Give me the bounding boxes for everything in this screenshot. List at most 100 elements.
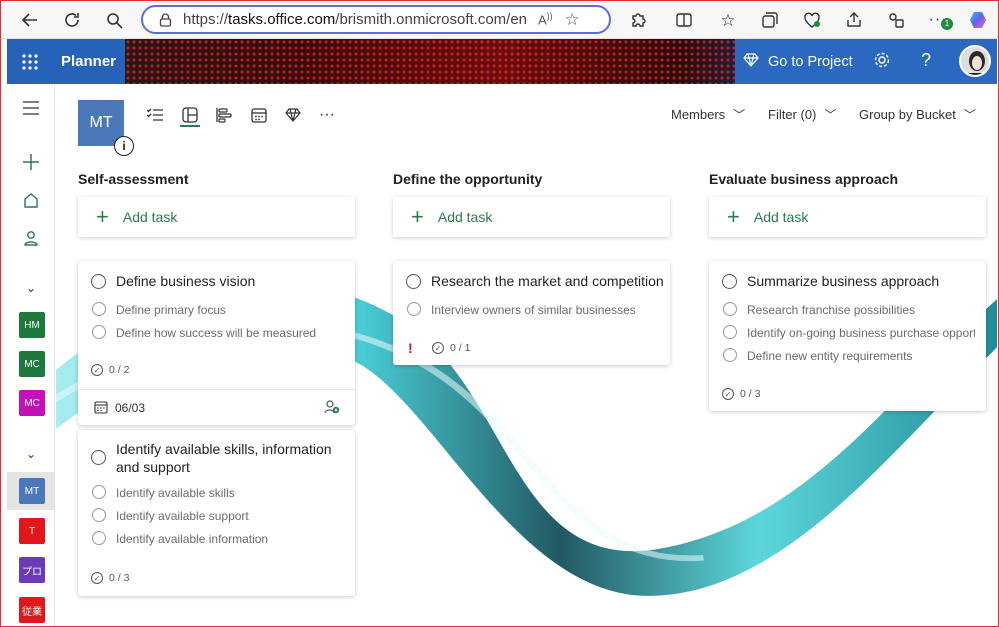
info-icon[interactable]: i	[114, 136, 134, 156]
left-rail: ⌄ HM MC MC ⌄ MT T プロ 従業	[7, 84, 55, 626]
refresh-icon[interactable]	[61, 9, 83, 31]
chevron-down-icon[interactable]: ⌄	[17, 440, 45, 468]
chevron-down-icon: ﹀	[963, 108, 976, 122]
rail-plan-mt[interactable]: MT	[19, 478, 45, 504]
bucket-title[interactable]: Define the opportunity	[393, 171, 542, 187]
go-to-project-button[interactable]: Go to Project	[743, 39, 853, 84]
subtask-label: Identify on-going business purchase oppo…	[747, 326, 975, 340]
url-text: https://tasks.office.com/brismith.onmicr…	[183, 11, 528, 28]
favorite-star-icon[interactable]: ☆	[565, 10, 580, 30]
collections-icon[interactable]	[759, 9, 781, 31]
search-icon[interactable]	[103, 9, 125, 31]
subtask-checkbox[interactable]	[723, 325, 737, 339]
lock-icon	[159, 12, 173, 27]
progress-text: 0 / 3	[109, 572, 130, 584]
hamburger-menu-icon[interactable]	[17, 94, 45, 122]
favorites-icon[interactable]: ☆	[717, 9, 739, 31]
home-icon[interactable]	[17, 186, 45, 214]
rail-plan-mc[interactable]: MC	[19, 351, 45, 377]
more-menu-icon[interactable]: ··· 1	[927, 9, 953, 31]
screenshot-frame: https://tasks.office.com/brismith.onmicr…	[0, 0, 999, 627]
subtask-checkbox[interactable]	[92, 508, 106, 522]
address-bar[interactable]: https://tasks.office.com/brismith.onmicr…	[141, 5, 611, 34]
rail-plan-pro[interactable]: プロ	[19, 557, 45, 583]
read-aloud-icon[interactable]: A))	[538, 11, 553, 27]
complete-task-checkbox[interactable]	[91, 450, 106, 465]
checkmark-icon: ✓	[91, 572, 103, 584]
members-label: Members	[671, 107, 726, 122]
subtask-checkbox[interactable]	[92, 325, 106, 339]
filter-label: Filter (0)	[768, 107, 817, 122]
checklist-progress: ✓ 0 / 3	[722, 388, 760, 400]
task-card[interactable]: Define business vision Define primary fo…	[78, 261, 355, 425]
board-view-icon[interactable]	[179, 104, 201, 126]
complete-task-checkbox[interactable]	[91, 274, 106, 289]
task-card[interactable]: Research the market and competition Inte…	[393, 261, 670, 365]
subtask-checkbox[interactable]	[92, 485, 106, 499]
person-icon[interactable]	[17, 224, 45, 252]
help-icon[interactable]: ?	[921, 50, 931, 71]
group-by-label: Group by Bucket	[859, 107, 956, 122]
task-card[interactable]: Identify available skills, information a…	[78, 430, 355, 596]
subtask-label: Define new entity requirements	[747, 349, 913, 363]
premium-diamond-icon[interactable]	[282, 104, 304, 126]
list-view-icon[interactable]	[144, 104, 166, 126]
new-plan-icon[interactable]	[17, 148, 45, 176]
subtask-label: Define primary focus	[116, 303, 227, 317]
more-options-icon[interactable]: ···	[316, 104, 338, 126]
board-view-indicator	[180, 125, 200, 127]
subtask-checkbox[interactable]	[723, 302, 737, 316]
filter-dropdown[interactable]: Filter (0) ﹀	[768, 106, 836, 123]
browser-toolbar: https://tasks.office.com/brismith.onmicr…	[1, 1, 998, 39]
bucket-title[interactable]: Evaluate business approach	[709, 171, 898, 187]
share-icon[interactable]	[843, 9, 865, 31]
timeline-view-icon[interactable]	[213, 104, 235, 126]
subtask-checkbox[interactable]	[92, 302, 106, 316]
due-date[interactable]: 06/03	[115, 401, 145, 415]
gear-icon[interactable]	[873, 51, 891, 74]
browser-essentials-icon[interactable]	[801, 9, 823, 31]
task-card[interactable]: Summarize business approach Research fra…	[709, 261, 986, 411]
url-host: tasks.office.com	[228, 11, 336, 28]
add-task-label: Add task	[122, 209, 178, 225]
chevron-down-icon[interactable]: ⌄	[17, 274, 45, 302]
copilot-icon[interactable]	[967, 9, 989, 31]
planner-header: Planner Go to Project ?	[7, 39, 997, 84]
assign-person-icon[interactable]	[324, 399, 340, 420]
board-area: MT i ··· Members ﹀ Filter (0) ﹀ Group by B…	[56, 84, 997, 626]
rail-plan-mc-pink[interactable]: MC	[19, 390, 45, 416]
subtask-checkbox[interactable]	[723, 348, 737, 362]
add-task-button[interactable]: + Add task	[709, 197, 986, 237]
members-dropdown[interactable]: Members ﹀	[671, 106, 745, 123]
group-by-dropdown[interactable]: Group by Bucket ﹀	[859, 106, 976, 123]
task-title: Research the market and competition	[431, 273, 664, 289]
back-icon[interactable]	[19, 9, 41, 31]
complete-task-checkbox[interactable]	[406, 274, 421, 289]
complete-task-checkbox[interactable]	[722, 274, 737, 289]
profile-switch-icon[interactable]	[885, 9, 907, 31]
task-title: Define business vision	[116, 273, 256, 289]
card-footer: 06/03	[78, 389, 355, 425]
subtask-label: Identify available support	[116, 509, 249, 523]
extensions-icon[interactable]	[627, 9, 649, 31]
subtask-label: Research franchise possibilities	[747, 303, 916, 317]
subtask-checkbox[interactable]	[92, 531, 106, 545]
avatar[interactable]	[959, 45, 991, 77]
app-name[interactable]: Planner	[53, 39, 125, 84]
app-launcher-icon[interactable]	[7, 39, 53, 84]
rail-plan-t[interactable]: T	[19, 518, 45, 544]
header-banner-pattern	[125, 39, 745, 84]
go-to-project-label: Go to Project	[768, 53, 853, 70]
subtask-label: Identify available skills	[116, 486, 235, 500]
schedule-view-icon[interactable]	[248, 104, 270, 126]
rail-plan-employee[interactable]: 従業	[19, 597, 45, 623]
chevron-down-icon: ﹀	[824, 108, 837, 122]
add-task-button[interactable]: + Add task	[78, 197, 355, 237]
url-path: /brismith.onmicrosoft.com/en-US/	[335, 11, 528, 28]
split-screen-icon[interactable]	[673, 9, 695, 31]
subtask-checkbox[interactable]	[407, 302, 421, 316]
progress-text: 0 / 2	[109, 364, 130, 376]
add-task-button[interactable]: + Add task	[393, 197, 670, 237]
rail-plan-hm[interactable]: HM	[19, 312, 45, 338]
bucket-title[interactable]: Self-assessment	[78, 171, 189, 187]
